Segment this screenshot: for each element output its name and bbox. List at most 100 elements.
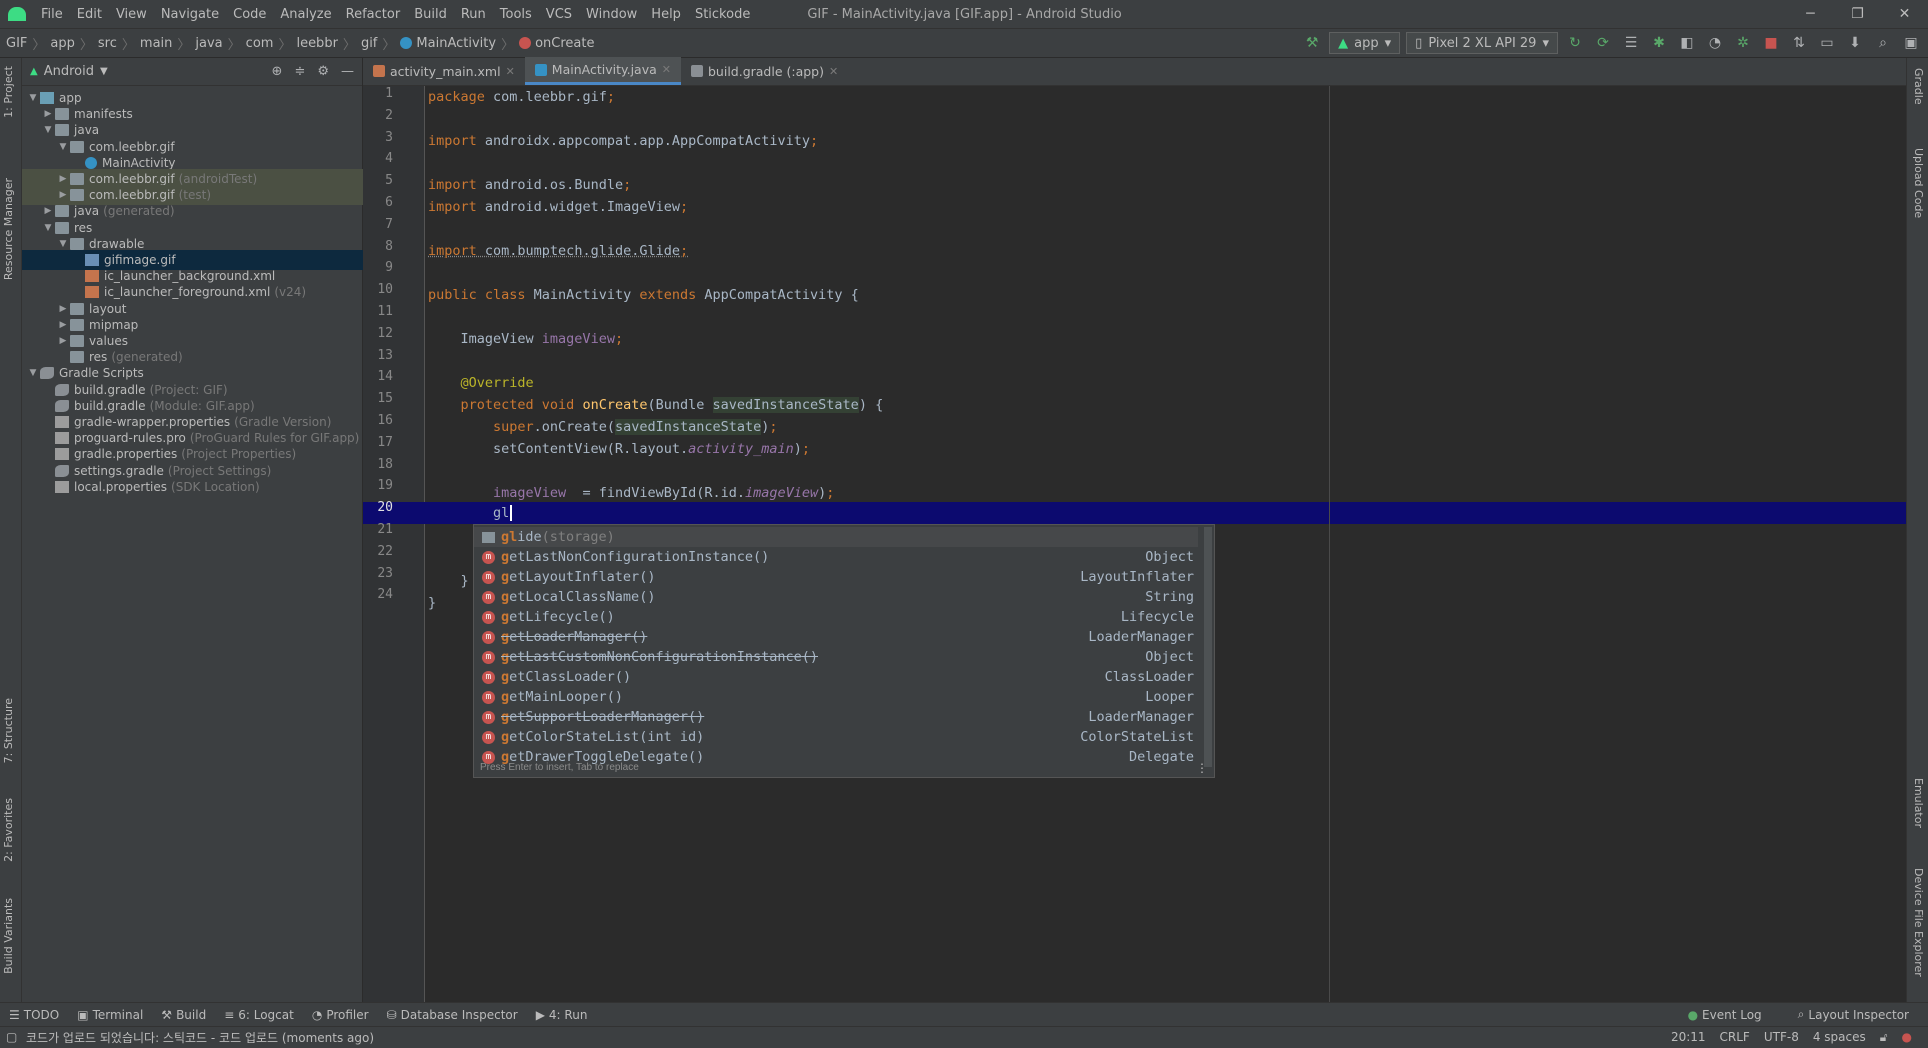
avd-manager-icon[interactable]: ▭ bbox=[1816, 32, 1838, 54]
status-message[interactable]: 코드가 업로드 되었습니다: 스틱코드 - 코드 업로드 (moments ag… bbox=[0, 1029, 374, 1046]
hide-icon[interactable]: — bbox=[341, 64, 354, 79]
status-icon[interactable]: ▢ bbox=[6, 1030, 17, 1044]
close-tab-icon[interactable]: ✕ bbox=[662, 63, 671, 76]
resource-manager-tab[interactable]: Resource Manager bbox=[2, 178, 15, 280]
breadcrumb-item[interactable]: java bbox=[195, 36, 222, 51]
logcat-tab[interactable]: ≡ 6: Logcat bbox=[215, 1008, 303, 1022]
terminal-tab[interactable]: ▣ Terminal bbox=[68, 1008, 152, 1022]
menu-file[interactable]: File bbox=[34, 7, 70, 22]
menu-navigate[interactable]: Navigate bbox=[154, 7, 226, 22]
search-icon[interactable]: ⌕ bbox=[1872, 32, 1894, 54]
file-encoding[interactable]: UTF-8 bbox=[1764, 1030, 1799, 1045]
completion-item[interactable]: m getMainLooper() Looper bbox=[474, 687, 1198, 707]
editor-tab[interactable]: MainActivity.java ✕ bbox=[524, 57, 681, 85]
project-view-select[interactable]: Android bbox=[44, 64, 94, 79]
profiler-tab[interactable]: ◔ Profiler bbox=[303, 1008, 378, 1022]
layout-inspector-tab[interactable]: ⌕ Layout Inspector bbox=[1789, 1007, 1918, 1022]
completion-item[interactable]: m getLastCustomNonConfigurationInstance()… bbox=[474, 647, 1198, 667]
favorites-tab[interactable]: 2: Favorites bbox=[2, 798, 15, 862]
stop-icon[interactable]: ■ bbox=[1760, 32, 1782, 54]
popup-scrollbar[interactable] bbox=[1204, 527, 1212, 767]
completion-item[interactable]: m getLoaderManager() LoaderManager bbox=[474, 627, 1198, 647]
build-variants-tab[interactable]: Build Variants bbox=[2, 898, 15, 974]
tree-item[interactable]: local.properties (SDK Location) bbox=[22, 477, 363, 497]
expand-arrow-icon[interactable]: ▶ bbox=[56, 190, 70, 200]
coverage-icon[interactable]: ◧ bbox=[1676, 32, 1698, 54]
expand-arrow-icon[interactable]: ▼ bbox=[56, 239, 70, 249]
close-tab-icon[interactable]: ✕ bbox=[829, 65, 838, 78]
structure-tab[interactable]: 7: Structure bbox=[2, 698, 15, 763]
minimize-button[interactable]: ─ bbox=[1787, 0, 1834, 28]
completion-item[interactable]: m getColorStateList (int id) ColorStateList bbox=[474, 727, 1198, 747]
run-tab[interactable]: ▶ 4: Run bbox=[527, 1008, 597, 1022]
close-button[interactable]: ✕ bbox=[1881, 0, 1928, 28]
emulator-tab[interactable]: Emulator bbox=[1912, 778, 1925, 828]
build-tab[interactable]: ⚒ Build bbox=[152, 1008, 215, 1022]
menu-help[interactable]: Help bbox=[644, 7, 688, 22]
breadcrumb-item[interactable]: gif bbox=[361, 36, 377, 51]
breadcrumb-item[interactable]: MainActivity bbox=[416, 36, 496, 51]
breadcrumb-item[interactable]: app bbox=[50, 36, 74, 51]
todo-tab[interactable]: ☰ TODO bbox=[0, 1008, 68, 1022]
expand-arrow-icon[interactable]: ▼ bbox=[41, 125, 55, 135]
menu-run[interactable]: Run bbox=[454, 7, 493, 22]
breadcrumb-item[interactable]: com bbox=[246, 36, 274, 51]
completion-item[interactable]: m getLocalClassName() String bbox=[474, 587, 1198, 607]
caret-position[interactable]: 20:11 bbox=[1671, 1030, 1706, 1045]
database-inspector-tab[interactable]: ⛁ Database Inspector bbox=[378, 1008, 527, 1022]
apply-changes-icon[interactable]: ↻ bbox=[1564, 32, 1586, 54]
menu-edit[interactable]: Edit bbox=[70, 7, 109, 22]
notification-icon[interactable]: ● bbox=[1902, 1030, 1912, 1045]
editor-tab[interactable]: build.gradle (:app) ✕ bbox=[681, 57, 848, 85]
menu-view[interactable]: View bbox=[109, 7, 154, 22]
expand-arrow-icon[interactable]: ▶ bbox=[41, 206, 55, 216]
device-select[interactable]: ▯ Pixel 2 XL API 29 ▾ bbox=[1406, 32, 1558, 54]
close-tab-icon[interactable]: ✕ bbox=[506, 65, 515, 78]
expand-arrow-icon[interactable]: ▼ bbox=[26, 93, 40, 103]
expand-arrow-icon[interactable]: ▶ bbox=[41, 109, 55, 119]
debug-icon[interactable]: ✱ bbox=[1648, 32, 1670, 54]
menu-vcs[interactable]: VCS bbox=[539, 7, 579, 22]
expand-arrow-icon[interactable]: ▼ bbox=[41, 223, 55, 233]
completion-item[interactable]: m getLifecycle() Lifecycle bbox=[474, 607, 1198, 627]
breadcrumb-item[interactable]: leebbr bbox=[296, 36, 337, 51]
menu-refactor[interactable]: Refactor bbox=[339, 7, 408, 22]
more-options-icon[interactable]: ⋮ bbox=[1196, 761, 1208, 775]
breadcrumb-item[interactable]: src bbox=[98, 36, 117, 51]
run-config-select[interactable]: ▲ app ▾ bbox=[1329, 32, 1401, 54]
expand-arrow-icon[interactable]: ▼ bbox=[26, 368, 40, 378]
chevron-down-icon[interactable]: ▼ bbox=[100, 66, 108, 77]
expand-arrow-icon[interactable]: ▶ bbox=[56, 336, 70, 346]
menu-tools[interactable]: Tools bbox=[493, 7, 539, 22]
menu-stickode[interactable]: Stickode bbox=[688, 7, 757, 22]
profile-icon[interactable]: ◔ bbox=[1704, 32, 1726, 54]
expand-arrow-icon[interactable]: ▶ bbox=[56, 320, 70, 330]
menu-window[interactable]: Window bbox=[579, 7, 644, 22]
ide-update-icon[interactable]: ▣ bbox=[1900, 32, 1922, 54]
completion-item[interactable]: m getLayoutInflater() LayoutInflater bbox=[474, 567, 1198, 587]
gear-icon[interactable]: ⚙ bbox=[317, 64, 329, 79]
editor-tab[interactable]: activity_main.xml ✕ bbox=[363, 57, 525, 85]
indent-setting[interactable]: 4 spaces bbox=[1813, 1030, 1866, 1045]
code-line-current[interactable]: gl bbox=[428, 502, 513, 524]
collapse-all-icon[interactable]: ≑ bbox=[294, 64, 305, 79]
project-tool-tab[interactable]: 1: Project bbox=[2, 66, 15, 118]
breadcrumb-item[interactable]: GIF bbox=[6, 36, 27, 51]
event-log-tab[interactable]: ● Event Log bbox=[1679, 1007, 1771, 1022]
run-list-icon[interactable]: ☰ bbox=[1620, 32, 1642, 54]
locate-icon[interactable]: ⊕ bbox=[272, 64, 283, 79]
menu-build[interactable]: Build bbox=[407, 7, 454, 22]
upload-code-tab[interactable]: Upload Code bbox=[1912, 148, 1925, 218]
sdk-manager-icon[interactable]: ⬇ bbox=[1844, 32, 1866, 54]
completion-item[interactable]: glide (storage) bbox=[474, 527, 1198, 547]
lock-icon[interactable]: 🔓︎ bbox=[1880, 1030, 1888, 1045]
restore-button[interactable]: ❐ bbox=[1834, 0, 1881, 28]
apply-code-changes-icon[interactable]: ⟳ bbox=[1592, 32, 1614, 54]
breadcrumb-item[interactable]: onCreate bbox=[535, 36, 594, 51]
attach-debugger-icon[interactable]: ✲ bbox=[1732, 32, 1754, 54]
sync-project-icon[interactable]: ⇅ bbox=[1788, 32, 1810, 54]
expand-arrow-icon[interactable]: ▼ bbox=[56, 142, 70, 152]
gradle-tab[interactable]: Gradle bbox=[1912, 68, 1925, 105]
completion-item[interactable]: m getClassLoader() ClassLoader bbox=[474, 667, 1198, 687]
breadcrumb-item[interactable]: main bbox=[140, 36, 172, 51]
